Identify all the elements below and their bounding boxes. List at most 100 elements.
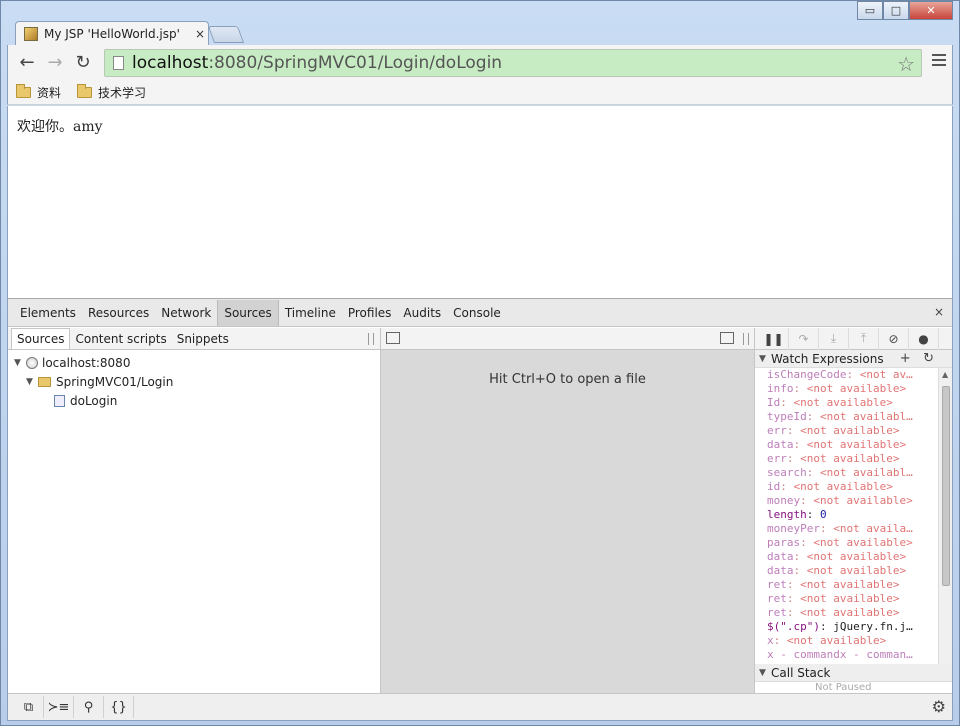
refresh-watch-icon[interactable]: ↻ — [923, 351, 934, 366]
url-host: localhost — [132, 53, 209, 73]
watch-name: data — [767, 438, 794, 451]
minimize-button[interactable]: ▭ — [857, 1, 883, 20]
watch-separator: : — [786, 578, 801, 591]
watch-value: <not available> — [813, 494, 913, 507]
pause-on-exceptions-icon[interactable]: ● — [909, 327, 939, 350]
watch-row[interactable]: money: <not available> — [767, 494, 927, 508]
watch-row[interactable]: data: <not available> — [767, 550, 927, 564]
tree-item-folder[interactable]: ▼ SpringMVC01/Login — [14, 372, 380, 391]
collapse-triangle-icon[interactable]: ▼ — [759, 668, 771, 678]
dock-icon[interactable]: ⧉ — [14, 696, 44, 718]
tab-resources[interactable]: Resources — [82, 300, 155, 326]
watch-row[interactable]: x: <not available> — [767, 634, 927, 648]
watch-row[interactable]: err: <not available> — [767, 424, 927, 438]
bookmark-folder-ziliao[interactable]: 资料 — [16, 84, 61, 101]
tab-network[interactable]: Network — [155, 300, 217, 326]
search-icon[interactable]: ⚲ — [74, 696, 104, 718]
maximize-button[interactable]: □ — [883, 1, 909, 20]
watch-value: <not available> — [806, 564, 907, 577]
bookmark-star-icon[interactable]: ☆ — [897, 52, 915, 76]
browser-tab[interactable]: My JSP 'HelloWorld.jsp' × — [15, 21, 209, 45]
step-out-icon[interactable]: ⤒ — [849, 327, 879, 350]
watch-row[interactable]: data: <not available> — [767, 564, 927, 578]
watch-row[interactable]: paras: <not available> — [767, 536, 927, 550]
watch-row[interactable]: err: <not available> — [767, 452, 927, 466]
watch-row[interactable]: typeId: <not availabl… — [767, 410, 927, 424]
folder-icon — [38, 376, 51, 387]
editor-toolbar — [381, 328, 754, 350]
bookmark-label: 资料 — [37, 86, 62, 100]
new-tab-button[interactable] — [207, 26, 245, 43]
watch-row[interactable]: data: <not available> — [767, 438, 927, 452]
watch-row[interactable]: moneyPer: <not availa… — [767, 522, 927, 536]
scroll-up-icon[interactable]: ▲ — [942, 370, 948, 379]
tree-item-host[interactable]: ▼ localhost:8080 — [14, 353, 380, 372]
watch-name: typeId — [767, 410, 807, 423]
navigator-tab-sources[interactable]: Sources — [11, 328, 71, 349]
watch-value: <not available> — [793, 480, 893, 493]
watch-row[interactable]: ret: <not available> — [767, 578, 927, 592]
gear-icon[interactable]: ⚙ — [932, 697, 946, 716]
add-watch-icon[interactable]: + — [900, 351, 911, 366]
resize-grip-icon[interactable] — [368, 333, 374, 345]
watch-row[interactable]: info: <not available> — [767, 382, 927, 396]
pause-icon[interactable]: ❚❚ — [759, 327, 789, 350]
watch-row[interactable]: ▶$(".cp"): jQuery.fn.j… — [767, 620, 927, 634]
expand-triangle-icon[interactable]: ▼ — [26, 377, 38, 387]
watch-row[interactable]: search: <not availabl… — [767, 466, 927, 480]
expand-triangle-icon[interactable]: ▼ — [14, 358, 26, 368]
watch-expressions-header[interactable]: ▼ Watch Expressions + ↻ — [755, 350, 952, 368]
watch-name: ret — [767, 578, 787, 591]
tree-label: doLogin — [70, 393, 118, 408]
chrome-menu-icon[interactable] — [932, 54, 946, 68]
forward-button[interactable]: → — [44, 53, 66, 75]
pretty-print-icon[interactable]: {} — [104, 696, 134, 718]
watch-row[interactable]: x - commandx - comman… — [767, 648, 927, 662]
watch-scrollbar[interactable]: ▲ — [938, 368, 952, 664]
collapse-triangle-icon[interactable]: ▼ — [759, 354, 771, 364]
tab-profiles[interactable]: Profiles — [342, 300, 398, 326]
devtools-close-icon[interactable]: × — [934, 305, 944, 319]
devtools-panel: Elements Resources Network Sources Timel… — [7, 298, 953, 721]
show-console-icon[interactable]: ≻≡ — [44, 696, 74, 718]
tab-console[interactable]: Console — [447, 300, 507, 326]
tab-audits[interactable]: Audits — [397, 300, 447, 326]
watch-name: money — [767, 494, 801, 507]
tab-timeline[interactable]: Timeline — [279, 300, 342, 326]
window-close-button[interactable]: ✕ — [909, 1, 953, 20]
reload-button[interactable]: ↻ — [72, 53, 94, 75]
bookmark-folder-jishu[interactable]: 技术学习 — [77, 84, 146, 101]
scroll-thumb[interactable] — [942, 386, 950, 586]
tree-item-file[interactable]: doLogin — [14, 391, 380, 410]
watch-row[interactable]: id: <not available> — [767, 480, 927, 494]
watch-value: <not available> — [806, 438, 907, 451]
watch-row[interactable]: isChangeCode: <not av… — [767, 368, 927, 382]
address-bar[interactable]: localhost:8080/SpringMVC01/Login/doLogin… — [104, 49, 922, 77]
toggle-debugger-icon[interactable] — [720, 332, 734, 344]
navigator-tab-snippets[interactable]: Snippets — [172, 329, 234, 349]
navigator-tab-content-scripts[interactable]: Content scripts — [70, 329, 171, 349]
watch-name: x — [767, 634, 774, 647]
watch-separator: : — [800, 494, 814, 507]
watch-row[interactable]: length: 0 — [767, 508, 927, 522]
watch-row[interactable]: ret: <not available> — [767, 592, 927, 606]
watch-separator: : — [806, 410, 820, 423]
watch-separator: : — [846, 368, 860, 381]
watch-row[interactable]: Id: <not available> — [767, 396, 927, 410]
toggle-navigator-icon[interactable] — [386, 332, 400, 344]
deactivate-breakpoints-icon[interactable]: ⊘ — [879, 327, 909, 350]
back-button[interactable]: ← — [16, 53, 38, 75]
watch-separator: : — [780, 396, 794, 409]
tab-elements[interactable]: Elements — [14, 300, 82, 326]
watch-name: ret — [767, 606, 787, 619]
page-content: 欢迎你。amy — [7, 106, 953, 298]
watch-name: data — [767, 564, 794, 577]
step-over-icon[interactable]: ↷ — [789, 327, 819, 350]
resize-grip-icon[interactable] — [743, 333, 749, 345]
step-into-icon[interactable]: ⤓ — [819, 327, 849, 350]
watch-value: <not available> — [800, 424, 900, 437]
tab-sources[interactable]: Sources — [217, 299, 279, 326]
tab-close-icon[interactable]: × — [192, 27, 208, 41]
watch-row[interactable]: ret: <not available> — [767, 606, 927, 620]
call-stack-header[interactable]: ▼ Call Stack — [755, 664, 952, 682]
